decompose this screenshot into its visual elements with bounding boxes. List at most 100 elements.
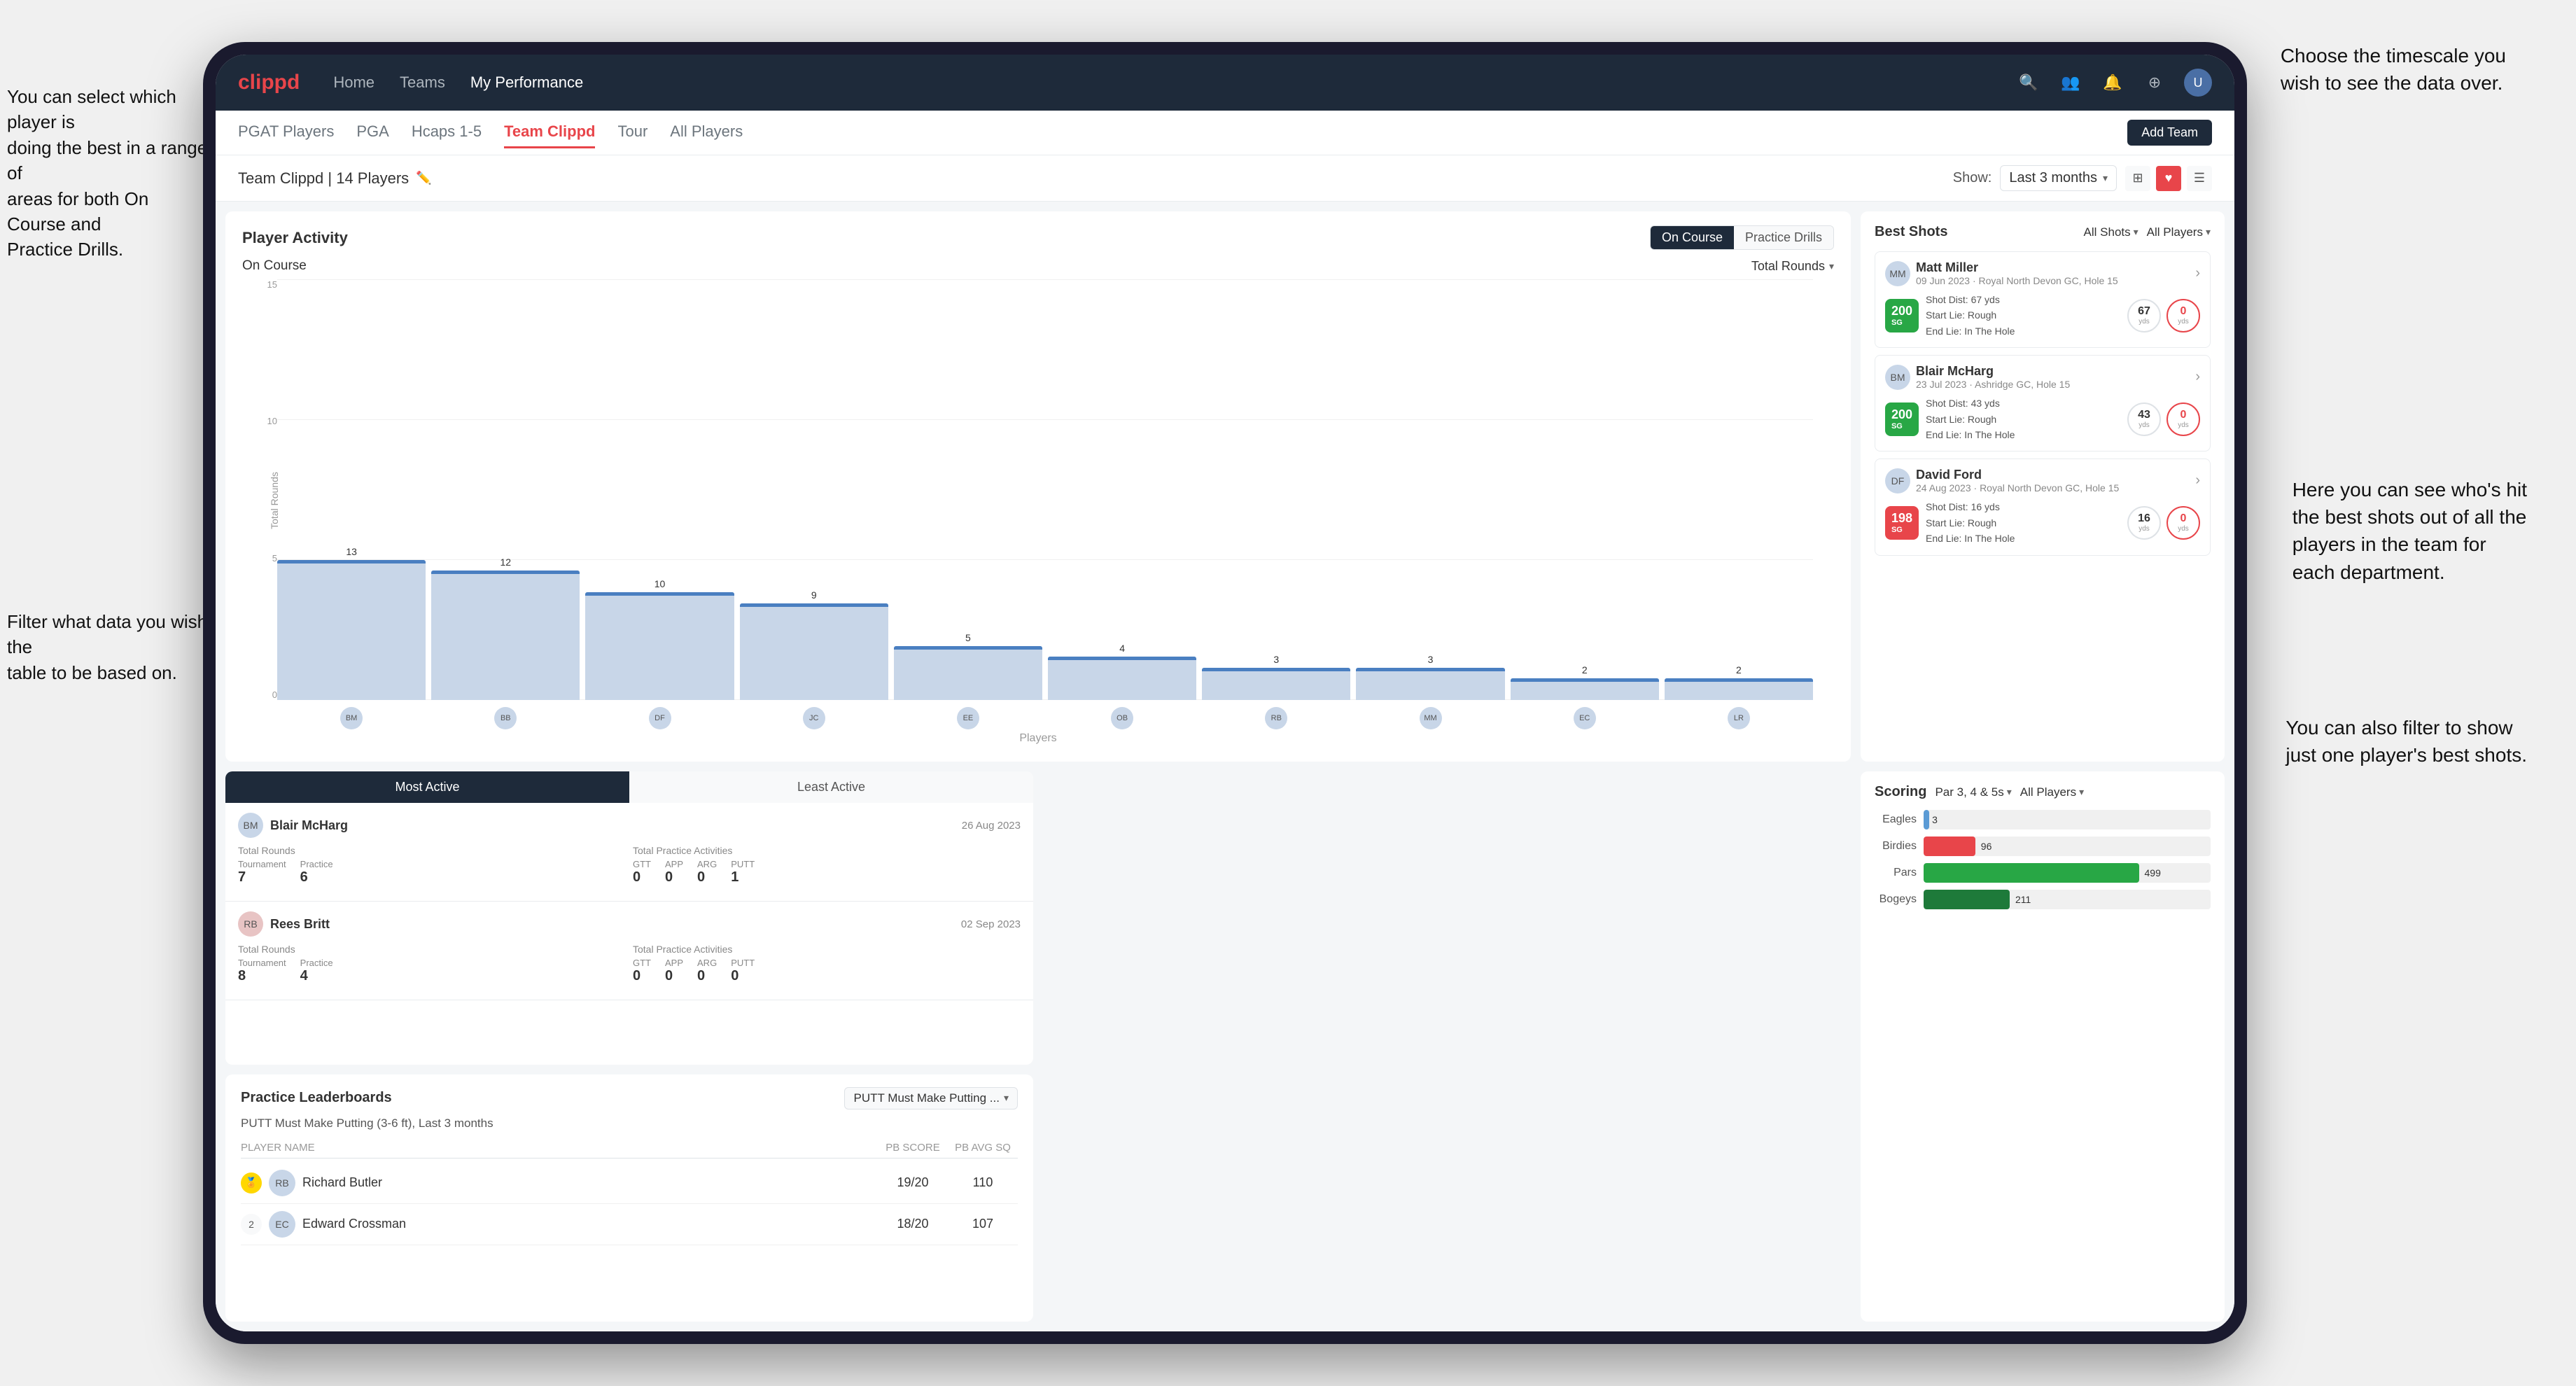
tab-pgat-players[interactable]: PGAT Players (238, 117, 334, 148)
bell-icon[interactable]: 🔔 (2100, 70, 2125, 95)
tab-team-clippd[interactable]: Team Clippd (504, 117, 595, 148)
bar (894, 646, 1042, 700)
hbar-row-eagles: Eagles 3 (1875, 810, 2211, 830)
player-avatar-mcharg2: BM (238, 813, 263, 838)
tournament-label: Tournament (238, 859, 286, 869)
scoring-header: Scoring Par 3, 4 & 5s ▾ All Players ▾ (1875, 784, 2211, 800)
grid-line (277, 279, 1813, 280)
bar-value: 12 (500, 556, 512, 568)
stat-practice-britt: Practice 4 (300, 958, 333, 984)
gtt-value: 0 (633, 869, 651, 886)
putt-value-britt: 0 (731, 968, 755, 984)
user-avatar[interactable]: U (2184, 69, 2212, 97)
player-name-cell: 2 EC Edward Crossman (241, 1211, 878, 1238)
all-players-scoring-filter[interactable]: All Players ▾ (2020, 785, 2084, 799)
annotation-right-middle: Here you can see who's hitthe best shots… (2292, 476, 2527, 586)
stat-practice-rounds: Practice 6 (300, 859, 333, 886)
shot-dist: Shot Dist: 43 yds (1926, 396, 2120, 411)
arg-label2: ARG (697, 958, 717, 968)
shot-card-mcharg[interactable]: BM Blair McHarg 23 Jul 2023 · Ashridge G… (1875, 355, 2211, 451)
users-icon[interactable]: 👥 (2058, 70, 2083, 95)
shot-card-miller[interactable]: MM Matt Miller 09 Jun 2023 · Royal North… (1875, 251, 2211, 348)
nav-my-performance[interactable]: My Performance (470, 71, 583, 94)
putt-label: PUTT (731, 859, 755, 869)
stats-values: Tournament 7 Practice 6 (238, 859, 626, 886)
player-name-butler: Richard Butler (302, 1175, 382, 1190)
hbar-track-birdies: 96 (1924, 836, 2211, 856)
player-location-miller: 09 Jun 2023 · Royal North Devon GC, Hole… (1916, 275, 2118, 286)
shot-details-mcharg: 200 SG Shot Dist: 43 yds Start Lie: Roug… (1885, 396, 2200, 442)
all-shots-filter[interactable]: All Shots ▾ (2084, 225, 2138, 239)
time-filter-select[interactable]: Last 3 months ▾ (2000, 165, 2117, 191)
tab-least-active[interactable]: Least Active (629, 771, 1033, 803)
scoring-title: Scoring (1875, 784, 1926, 800)
shot-card-header: MM Matt Miller 09 Jun 2023 · Royal North… (1885, 260, 2200, 286)
dropdown-label: Total Rounds (1751, 259, 1825, 274)
hbar-row-pars: Pars 499 (1875, 863, 2211, 883)
stat-value: 43 (2138, 409, 2150, 421)
player-avatar-ford: DF (1885, 468, 1910, 493)
grid-view-icon[interactable]: ⊞ (2125, 166, 2150, 191)
practice-drills-toggle-btn[interactable]: Practice Drills (1734, 226, 1833, 249)
shots-filters: All Shots ▾ All Players ▾ (2084, 225, 2211, 239)
course-toggle: On Course Practice Drills (1650, 225, 1834, 250)
shot-badge-value: 198 (1891, 511, 1912, 526)
hbar-track-eagles: 3 (1924, 810, 2211, 830)
tab-pga[interactable]: PGA (356, 117, 388, 148)
hbar-track-bogeys: 211 (1924, 890, 2211, 909)
team-title-text: Team Clippd | 14 Players (238, 169, 409, 188)
tournament-value-britt: 8 (238, 968, 286, 984)
stat-arg: ARG 0 (697, 859, 717, 886)
bar-value: 2 (1736, 664, 1742, 676)
stat-unit: yds (2178, 525, 2189, 533)
nav-home[interactable]: Home (333, 71, 374, 94)
tab-all-players[interactable]: All Players (670, 117, 743, 148)
active-player-name-britt: Rees Britt (270, 917, 330, 932)
shot-badge-sub: SG (1891, 318, 1912, 327)
all-players-filter[interactable]: All Players ▾ (2147, 225, 2211, 239)
shot-card-header: DF David Ford 24 Aug 2023 · Royal North … (1885, 468, 2200, 493)
nav-logo: clippd (238, 71, 300, 94)
player-avatar-miller: MM (1885, 261, 1910, 286)
nav-teams[interactable]: Teams (400, 71, 445, 94)
chart-area: Total Rounds 15 10 (242, 279, 1834, 721)
x-axis-label: Players (1019, 732, 1056, 745)
hbar-fill-bogeys (1924, 890, 2010, 909)
chart-footer: Players (242, 729, 1834, 748)
stat-circle-dist: 16 yds (2127, 506, 2161, 540)
stat-arg-britt: ARG 0 (697, 958, 717, 984)
total-rounds-dropdown[interactable]: Total Rounds ▾ (1751, 259, 1834, 274)
practice-dropdown-label: PUTT Must Make Putting ... (853, 1091, 999, 1105)
practice-dropdown[interactable]: PUTT Must Make Putting ... ▾ (844, 1087, 1018, 1110)
bar (431, 570, 580, 700)
leaderboard-row-crossman[interactable]: 2 EC Edward Crossman 18/20 107 (241, 1204, 1018, 1245)
tab-tour[interactable]: Tour (617, 117, 648, 148)
stat-gtt: GTT 0 (633, 859, 651, 886)
card-view-icon[interactable]: ♥ (2156, 166, 2181, 191)
on-course-toggle-btn[interactable]: On Course (1651, 226, 1734, 249)
shot-card-ford[interactable]: DF David Ford 24 Aug 2023 · Royal North … (1875, 458, 2211, 555)
player-name-cell: 🏅 RB Richard Butler (241, 1170, 878, 1196)
list-view-icon[interactable]: ☰ (2187, 166, 2212, 191)
gtt-value-britt: 0 (633, 968, 651, 984)
shot-badge-mcharg: 200 SG (1885, 402, 1919, 436)
leaderboard-row-butler[interactable]: 🏅 RB Richard Butler 19/20 110 (241, 1163, 1018, 1204)
end-lie: End Lie: In The Hole (1926, 427, 2120, 442)
edit-icon[interactable]: ✏️ (416, 171, 431, 186)
shot-dist: Shot Dist: 16 yds (1926, 499, 2120, 514)
tab-most-active[interactable]: Most Active (225, 771, 629, 803)
add-circle-icon[interactable]: ⊕ (2142, 70, 2167, 95)
hbar-fill-eagles (1924, 810, 1929, 830)
tab-hcaps[interactable]: Hcaps 1-5 (412, 117, 482, 148)
search-icon[interactable]: 🔍 (2016, 70, 2041, 95)
shot-badge-value: 200 (1891, 407, 1912, 422)
add-team-button[interactable]: Add Team (2127, 120, 2212, 146)
pb-score-crossman: 18/20 (878, 1217, 948, 1231)
bar (585, 592, 734, 700)
bar-value: 9 (811, 589, 817, 601)
chevron-down-icon: ▾ (2134, 226, 2138, 238)
shot-dist: Shot Dist: 67 yds (1926, 292, 2120, 307)
rank-badge-1: 🏅 (241, 1172, 262, 1194)
par-filter[interactable]: Par 3, 4 & 5s ▾ (1935, 785, 2011, 799)
annotation-right-bottom: You can also filter to showjust one play… (2286, 714, 2527, 769)
